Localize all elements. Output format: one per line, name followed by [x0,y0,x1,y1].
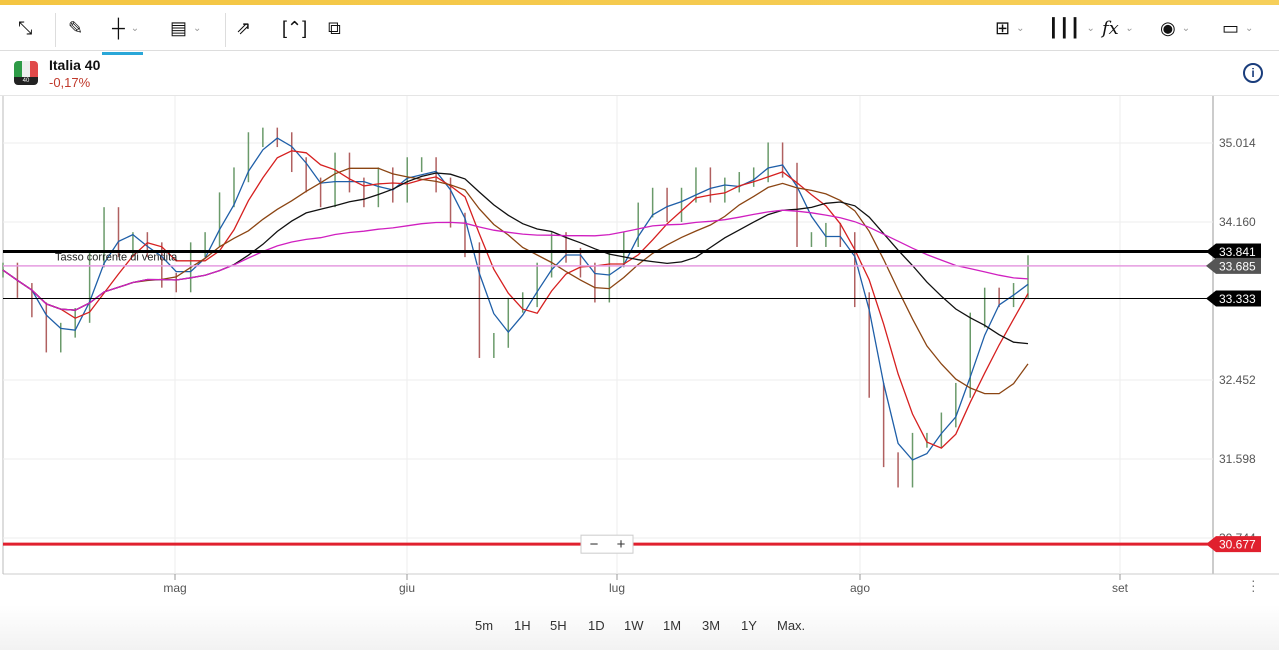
current-sell-rate-label: Tasso corrente di vendita [55,252,178,264]
x-tick-label: mag [163,581,186,595]
fx-label: fx [1102,17,1119,39]
x-tick-label: set [1112,581,1129,595]
divider [55,13,56,47]
chevron-down-icon[interactable]: ⌄ [1245,23,1253,34]
chevron-down-icon[interactable]: ⌄ [1182,23,1190,34]
y-tick-label: 32.452 [1219,373,1256,387]
trend-icon[interactable]: ⇗ [236,13,251,43]
instrument-header [0,52,1279,96]
range-1h[interactable]: 1H [514,618,531,633]
crosshair-icon[interactable]: ┼ ⌄ [112,13,139,43]
y-tick-label: 35.014 [1219,136,1256,150]
range-1w[interactable]: 1W [624,618,644,633]
price-level-label: 30.677 [1219,538,1256,552]
zoom-out-button[interactable]: − [590,536,599,553]
range-1d[interactable]: 1D [588,618,605,633]
range-3m[interactable]: 3M [702,618,720,633]
x-tick-label: ago [850,581,870,595]
chevron-down-icon[interactable]: ⌄ [193,23,201,34]
range-1y[interactable]: 1Y [741,618,757,633]
range-5m[interactable]: 5m [475,618,493,633]
chart-background [0,96,1279,605]
italy-flag-icon: 40 [14,61,38,85]
chevron-down-icon[interactable]: ⌄ [1125,23,1133,34]
zoom-in-button[interactable]: + [617,536,626,553]
instrument-change: -0,17% [49,75,91,90]
layout-icon[interactable]: ⊞ ⌄ [995,13,1024,43]
comment-icon[interactable]: ▤ ⌄ [170,13,201,43]
toolbar: ⤡ ✎ ┼ ⌄ ▤ ⌄ ⇗ [⌃] ⧉ ⊞ ⌄ ┃┃┃ ⌄ fx ⌄ ◉ ⌄ ▭ ⌄ [0,5,1279,55]
more-options-icon[interactable]: · · · [1251,573,1256,597]
chevron-down-icon[interactable]: ⌄ [131,23,139,34]
price-level-label: 33.685 [1219,259,1256,273]
collapse-icon[interactable]: ⤡ [18,13,32,43]
indicator-icon[interactable]: [⌃] [282,13,307,43]
divider [225,13,226,47]
flag-label: 40 [14,77,38,85]
info-icon[interactable]: i [1243,63,1263,83]
y-tick-label: 34.160 [1219,215,1256,229]
instrument-name: Italia 40 [49,57,101,73]
ruler-icon[interactable]: ▭ ⌄ [1222,13,1253,43]
range-max[interactable]: Max. [777,618,805,633]
chevron-down-icon[interactable]: ⌄ [1016,23,1024,34]
range-1m[interactable]: 1M [663,618,681,633]
price-level-label: 33.841 [1219,245,1256,259]
fx-icon[interactable]: fx ⌄ [1102,13,1133,43]
x-tick-label: giu [399,581,415,595]
price-level-label: 33.333 [1219,292,1256,306]
range-5h[interactable]: 5H [550,618,567,633]
chevron-down-icon[interactable]: ⌄ [1087,23,1095,34]
candlestick-icon[interactable]: ┃┃┃ ⌄ [1048,13,1095,43]
x-tick-label: lug [609,581,625,595]
price-chart[interactable]: mag giu lug ago set 35.014 34.160 32.452 31.598 3… [0,96,1279,605]
eye-icon[interactable]: ◉ ⌄ [1160,13,1190,43]
popout-icon[interactable]: ⧉ [328,13,341,43]
y-tick-label: 31.598 [1219,452,1256,466]
pencil-icon[interactable]: ✎ [68,13,83,43]
